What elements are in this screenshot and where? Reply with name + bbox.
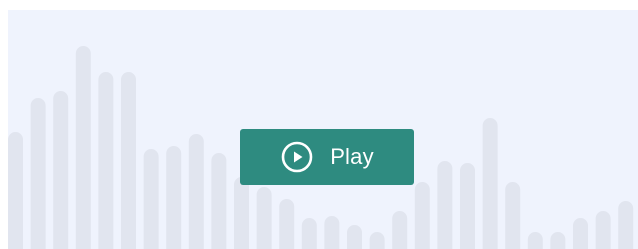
waveform-bar [392,211,408,249]
waveform-bar [595,211,611,249]
waveform-bar [234,177,249,249]
waveform-bar [324,216,340,249]
waveform-bar [482,118,498,249]
waveform-bar [166,146,182,249]
waveform-bar [188,134,204,249]
waveform-bar [618,201,634,249]
waveform-bar [53,91,69,249]
waveform-bar [256,187,272,249]
play-circle-icon [280,140,314,174]
waveform-bar [505,182,521,249]
audio-player: Play [8,10,638,249]
waveform-bar [211,153,227,249]
waveform-bar [347,225,362,249]
waveform-bar [98,72,114,249]
waveform-bar [279,199,295,249]
play-label: Play [330,144,374,169]
waveform-bar [30,98,46,249]
waveform-bar [437,161,453,249]
waveform-bar [573,218,588,249]
waveform-bar [8,132,23,249]
waveform-bar [414,182,430,249]
waveform-bar [75,46,91,249]
waveform-bar [369,232,385,249]
waveform-bar [301,218,317,249]
play-button[interactable]: Play [240,129,414,185]
waveform-bar [143,149,159,249]
waveform-bar [121,72,136,249]
waveform-bar [527,232,543,249]
waveform-bar [550,232,566,249]
waveform-bar [460,163,475,249]
